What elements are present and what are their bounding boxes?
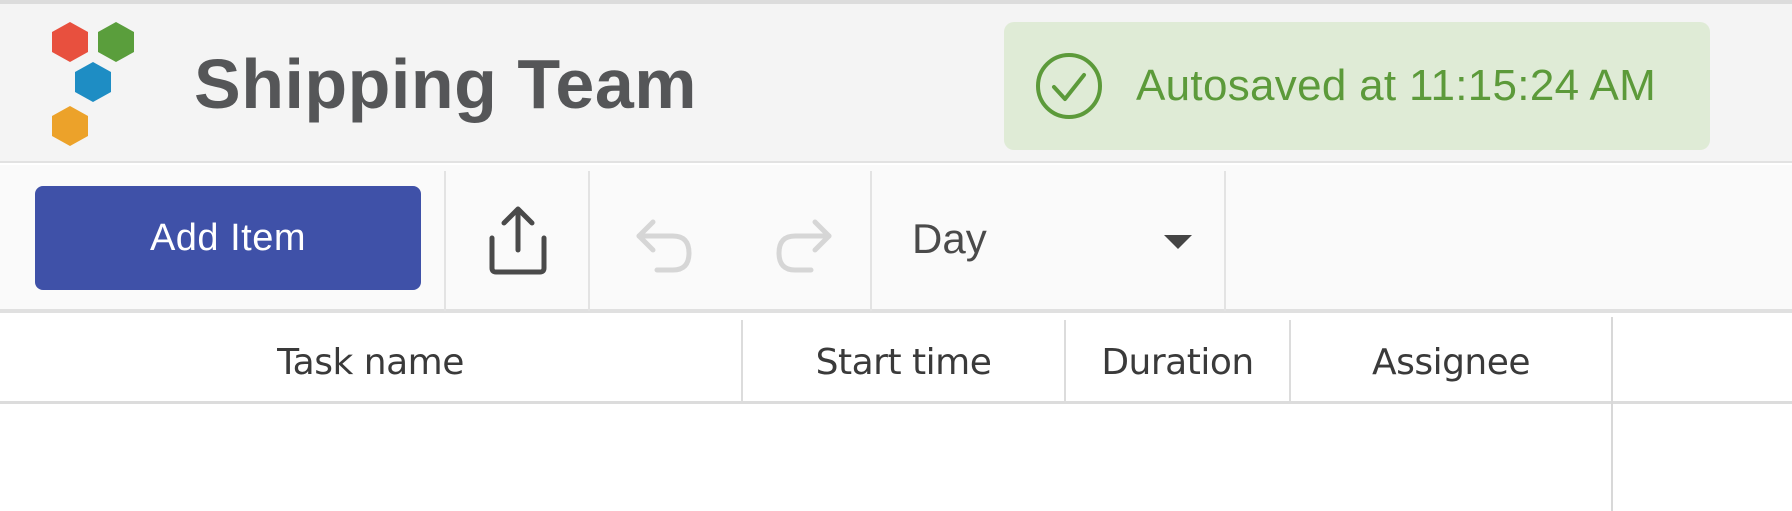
logo-hex-green <box>98 22 134 62</box>
toolbar-divider <box>588 171 590 311</box>
undo-icon <box>636 219 692 273</box>
undo-button[interactable] <box>620 205 710 285</box>
page-title: Shipping Team <box>194 45 697 123</box>
column-header-start-time[interactable]: Start time <box>743 320 1066 404</box>
view-scale-select[interactable]: Day <box>874 171 1224 311</box>
toolbar-divider <box>1224 171 1226 311</box>
view-scale-value: Day <box>912 215 987 262</box>
app-header: Shipping Team Autosaved at 11:15:24 AM <box>0 0 1792 163</box>
grid-timeline-divider[interactable] <box>1611 317 1613 511</box>
logo-hex-orange <box>52 106 88 146</box>
redo-button[interactable] <box>758 205 848 285</box>
grid-header: Task name Start time Duration Assignee <box>0 317 1792 404</box>
toolbar-divider <box>444 171 446 311</box>
add-item-button[interactable]: Add Item <box>35 186 421 290</box>
export-button[interactable] <box>470 195 566 285</box>
check-circle-icon <box>1036 53 1102 119</box>
column-header-duration[interactable]: Duration <box>1066 320 1291 404</box>
caret-down-icon <box>1164 235 1192 249</box>
column-header-assignee[interactable]: Assignee <box>1291 320 1611 404</box>
autosave-text: Autosaved at 11:15:24 AM <box>1136 61 1657 110</box>
share-upload-icon <box>489 206 547 275</box>
column-header-task-name[interactable]: Task name <box>0 320 743 404</box>
redo-icon <box>776 219 832 273</box>
hexagon-logo-icon <box>52 22 134 146</box>
toolbar: Add Item Day <box>0 165 1792 313</box>
logo-hex-red <box>52 22 88 62</box>
toolbar-divider <box>870 171 872 311</box>
grid-body <box>0 404 1792 511</box>
logo-hex-blue <box>75 62 111 102</box>
autosave-status-badge: Autosaved at 11:15:24 AM <box>1004 22 1710 150</box>
